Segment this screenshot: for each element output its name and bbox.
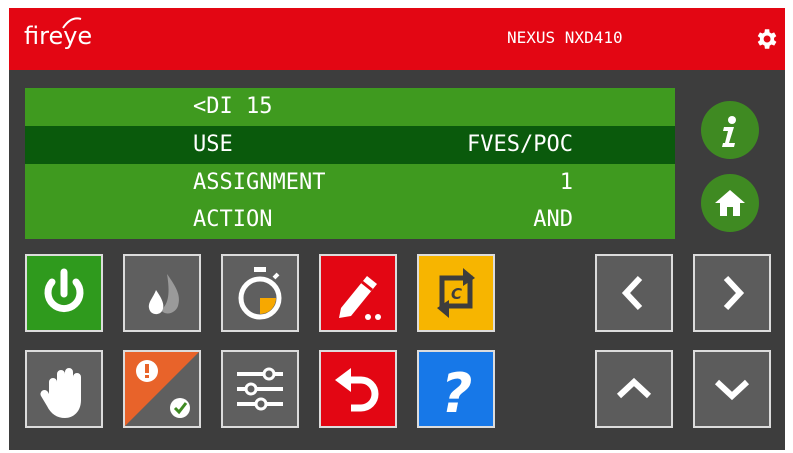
nav-up-button[interactable] [595,350,673,428]
control-panel: fireye NEXUS NXD410 <DI 15 USE FVES/POC … [9,8,785,450]
info-icon [722,116,736,147]
display-row-title: <DI 15 [25,88,675,126]
display-row-use[interactable]: USE FVES/POC [25,126,675,164]
undo-icon [335,368,379,412]
alarm-button[interactable] [123,350,201,428]
gear-icon[interactable] [753,26,779,52]
display-row-assignment[interactable]: ASSIGNMENT 1 [25,164,675,202]
row-value: AND [533,207,573,232]
power-icon [44,268,84,313]
info-button[interactable] [701,101,759,159]
lcd-display: <DI 15 USE FVES/POC ASSIGNMENT 1 ACTION … [25,88,675,239]
nav-right-button[interactable] [693,254,771,332]
row-label: ACTION [193,207,273,232]
chevron-up-icon [616,377,652,399]
help-icon: ? [441,362,472,425]
adjust-button[interactable] [221,350,299,428]
hold-button[interactable] [25,350,103,428]
pencil-icon [339,276,381,320]
undo-button[interactable] [319,350,397,428]
cycle-button[interactable]: C [417,254,495,332]
timer-button[interactable] [221,254,299,332]
row-label: <DI 15 [193,94,273,119]
row-label: ASSIGNMENT [193,170,326,195]
display-row-action[interactable]: ACTION AND [25,201,675,239]
nav-left-button[interactable] [595,254,673,332]
flame-button[interactable] [123,254,201,332]
row-label: USE [193,132,233,157]
chevron-down-icon [714,379,750,401]
hand-icon [40,368,81,418]
sliders-icon [237,367,283,411]
cycle-glyph: C [451,285,462,303]
power-button[interactable] [25,254,103,332]
row-value: 1 [559,170,573,195]
home-icon [715,190,745,216]
chevron-left-icon [621,275,643,311]
stopwatch-icon [238,267,282,320]
home-button[interactable] [701,174,759,232]
device-model: NEXUS NXD410 [507,28,623,47]
app-window: fireye NEXUS NXD410 <DI 15 USE FVES/POC … [0,0,793,453]
flame-icon [148,274,179,315]
chevron-right-icon [723,275,745,311]
alarm-check-icon [125,352,199,426]
nav-down-button[interactable] [693,350,771,428]
help-button[interactable]: ? [417,350,495,428]
help-glyph: ? [441,362,472,425]
row-value: FVES/POC [467,132,573,157]
cycle-icon: C [437,268,475,318]
header-bar: fireye NEXUS NXD410 [9,8,785,70]
edit-button[interactable] [319,254,397,332]
logo-flame-icon [62,17,82,29]
